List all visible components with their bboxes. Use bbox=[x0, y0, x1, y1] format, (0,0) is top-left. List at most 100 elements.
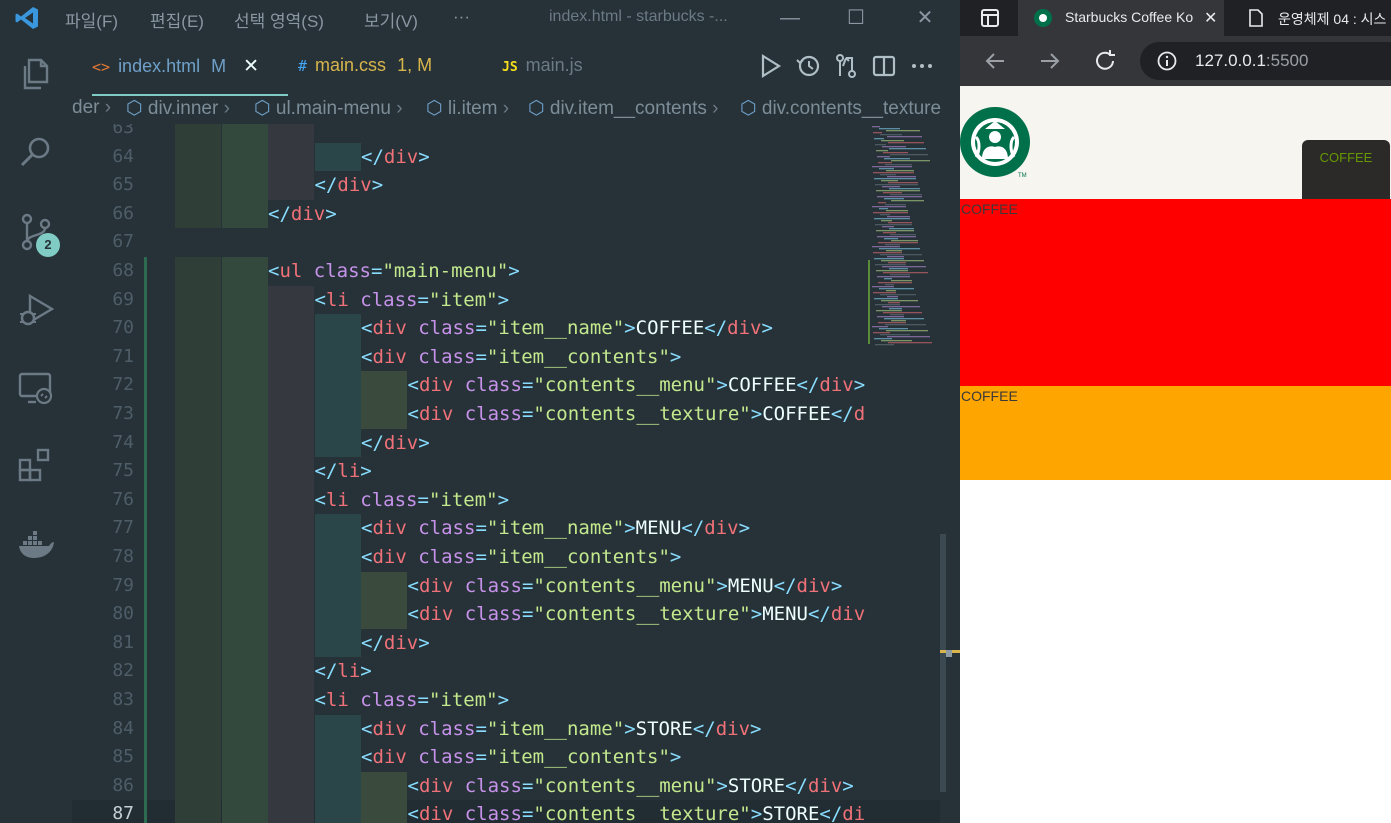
window-title: index.html - starbucks -... bbox=[549, 8, 728, 25]
breadcrumb-item[interactable]: ⬡ ul.main-menu › bbox=[254, 97, 403, 120]
menu-selection[interactable]: 선택 영역(S) bbox=[234, 7, 324, 32]
code-line[interactable]: 69 <li class="item"> bbox=[72, 285, 960, 315]
code-token: = bbox=[521, 403, 534, 425]
explorer-icon[interactable] bbox=[16, 54, 56, 94]
maximize-button[interactable]: ☐ bbox=[836, 4, 876, 32]
code-line[interactable]: 65 </div> bbox=[72, 171, 960, 200]
code-line[interactable]: 67 bbox=[72, 228, 960, 257]
more-actions-icon[interactable] bbox=[908, 52, 936, 80]
indent-guide bbox=[268, 543, 314, 572]
menu-view[interactable]: 보기(V) bbox=[364, 7, 418, 32]
extensions-icon[interactable] bbox=[16, 446, 56, 486]
starbucks-logo[interactable]: TM bbox=[960, 107, 1032, 179]
indent-guide bbox=[221, 571, 268, 601]
breadcrumb-item[interactable]: ⬡ div.item__contents › bbox=[528, 97, 719, 120]
minimap-line bbox=[887, 136, 922, 138]
indent-guide bbox=[268, 714, 314, 744]
code-token: div bbox=[715, 717, 751, 740]
code-token: "item" bbox=[428, 488, 498, 511]
browser-tab-os[interactable]: 운영체제 04 : 시스 bbox=[1232, 0, 1391, 36]
close-tab-icon[interactable]: ✕ bbox=[243, 56, 259, 77]
code-line[interactable]: 79 <div class="contents__menu">MENU</div> bbox=[72, 571, 960, 601]
minimap-line bbox=[874, 138, 884, 140]
coffee-menu-button[interactable]: COFFEE bbox=[1302, 140, 1390, 199]
indent-guide bbox=[175, 457, 221, 486]
line-number: 82 bbox=[112, 660, 134, 682]
compare-changes-icon[interactable] bbox=[832, 52, 860, 80]
timeline-icon[interactable] bbox=[794, 52, 822, 80]
browser-tab-starbucks[interactable]: Starbucks Coffee Ko ✕ bbox=[1018, 0, 1224, 36]
tab-main-css[interactable]: # main.css 1, M bbox=[298, 36, 478, 96]
back-icon[interactable] bbox=[982, 48, 1008, 74]
code-line[interactable]: 80 <div class="contents__texture">MENU</d… bbox=[72, 600, 960, 629]
code-line[interactable]: 66 </div> bbox=[72, 199, 960, 229]
code-line[interactable]: 87 <div class="contents__texture">STORE</… bbox=[72, 800, 960, 823]
remote-explorer-icon[interactable] bbox=[16, 368, 56, 408]
split-editor-icon[interactable] bbox=[870, 52, 898, 80]
code-line[interactable]: 76 <li class="item"> bbox=[72, 485, 960, 515]
code-line[interactable]: 63 bbox=[72, 124, 960, 143]
panel-text: COFFEE bbox=[961, 201, 1018, 217]
code-line[interactable]: 85 <div class="item__contents"> bbox=[72, 743, 960, 772]
menu-more[interactable]: ··· bbox=[453, 7, 470, 27]
code-line[interactable]: 64 </div> bbox=[72, 142, 960, 172]
code-line[interactable]: 82 </li> bbox=[72, 657, 960, 686]
code-line[interactable]: 84 <div class="item__name">STORE</div> bbox=[72, 714, 960, 744]
code-token: div bbox=[418, 403, 454, 425]
breadcrumb-item[interactable]: ⬡ li.item › bbox=[426, 97, 509, 120]
reload-icon[interactable] bbox=[1092, 48, 1118, 74]
breadcrumb-item[interactable]: der › bbox=[72, 97, 111, 119]
code-line[interactable]: 75 </li> bbox=[72, 457, 960, 486]
code-line[interactable]: 74 </div> bbox=[72, 428, 960, 458]
code-line[interactable]: 71 <div class="item__contents"> bbox=[72, 342, 960, 372]
menu-file[interactable]: 파일(F) bbox=[65, 7, 118, 32]
code-token: < bbox=[268, 260, 280, 282]
code-line[interactable]: 70 <div class="item__name">COFFEE</div> bbox=[72, 314, 960, 343]
run-icon[interactable] bbox=[756, 52, 784, 80]
editor-scrollbar[interactable] bbox=[940, 124, 960, 823]
address-bar[interactable]: 127.0.0.1:5500 bbox=[1140, 42, 1391, 80]
code-line[interactable]: 72 <div class="contents__menu">COFFEE</di… bbox=[72, 371, 960, 400]
indent-guide bbox=[221, 257, 268, 286]
code-token: = bbox=[371, 260, 383, 282]
docker-icon[interactable] bbox=[16, 526, 56, 566]
close-tab-icon[interactable]: ✕ bbox=[1204, 8, 1217, 28]
search-icon[interactable] bbox=[16, 132, 56, 172]
site-info-icon[interactable] bbox=[1157, 51, 1177, 71]
code-token: div bbox=[727, 317, 762, 340]
breadcrumb-item[interactable]: ⬡ div.inner › bbox=[126, 97, 230, 120]
indent-guide bbox=[314, 771, 361, 801]
code-line[interactable]: 73 <div class="contents__texture">COFFEE<… bbox=[72, 400, 960, 429]
code-editor[interactable]: 63 64 </div> 65 </div> 66 </div> 67 68 <ul class… bbox=[72, 124, 960, 823]
code-token: = bbox=[475, 717, 487, 740]
code-token: </ bbox=[361, 145, 384, 168]
code-token: < bbox=[407, 574, 419, 597]
close-button[interactable]: ✕ bbox=[905, 4, 945, 32]
tab-main-js[interactable]: JS main.js bbox=[502, 36, 642, 96]
code-token: = bbox=[521, 803, 534, 823]
code-token: div bbox=[372, 517, 407, 540]
menu-edit[interactable]: 편집(E) bbox=[150, 7, 204, 32]
code-line[interactable]: 68 <ul class="main-menu"> bbox=[72, 257, 960, 286]
minimap-line bbox=[886, 170, 914, 172]
forward-icon[interactable] bbox=[1037, 48, 1063, 74]
tab-actions-icon[interactable] bbox=[980, 8, 1000, 28]
code-line[interactable]: 81 </div> bbox=[72, 628, 960, 658]
line-number: 73 bbox=[112, 403, 134, 424]
code-line[interactable]: 78 <div class="item__contents"> bbox=[72, 543, 960, 572]
minimap-line bbox=[890, 154, 928, 156]
minimize-button[interactable]: — bbox=[770, 4, 810, 32]
vscode-logo-icon bbox=[15, 7, 38, 29]
minimap-line bbox=[874, 338, 892, 340]
code-line[interactable]: 83 <li class="item"> bbox=[72, 686, 960, 715]
minimap[interactable] bbox=[868, 124, 940, 364]
tab-index-html[interactable]: <> index.html M ✕ bbox=[92, 36, 288, 96]
browser-window: Starbucks Coffee Ko ✕ 운영체제 04 : 시스 127.0… bbox=[960, 0, 1391, 823]
minimap-line bbox=[872, 326, 888, 328]
breadcrumb-item[interactable]: ⬡ div.contents__texture bbox=[740, 97, 941, 120]
code-line[interactable]: 77 <div class="item__name">MENU</div> bbox=[72, 514, 960, 543]
code-token: div bbox=[372, 746, 407, 769]
run-debug-icon[interactable] bbox=[16, 290, 56, 330]
code-line[interactable]: 86 <div class="contents__menu">STORE</div… bbox=[72, 771, 960, 801]
